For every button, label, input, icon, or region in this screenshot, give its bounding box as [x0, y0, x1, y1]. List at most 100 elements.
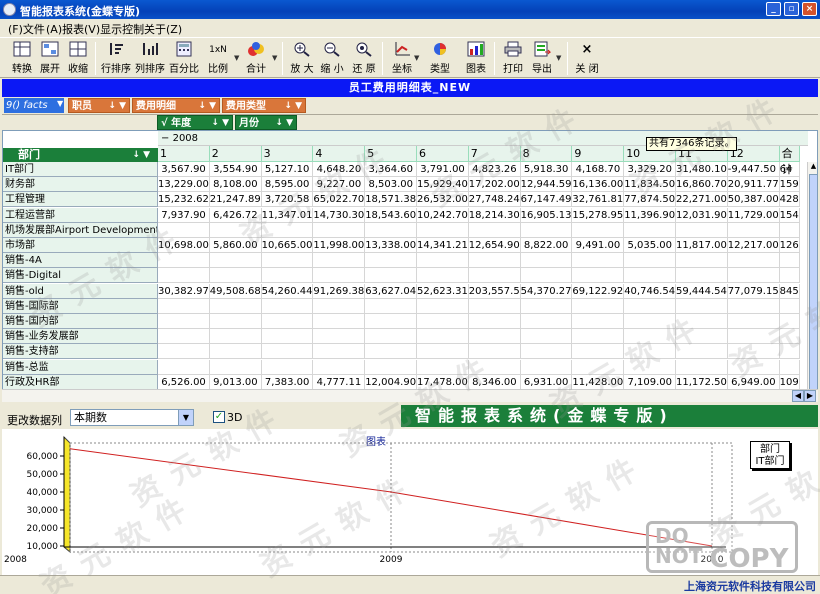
table-cell[interactable] [676, 314, 728, 329]
table-cell[interactable] [572, 359, 625, 375]
close-window-button[interactable]: × [802, 2, 817, 16]
field-month[interactable]: 月份 ↓ ▼ [235, 115, 297, 130]
table-cell[interactable]: 11,396.90 [624, 207, 676, 223]
table-cell[interactable] [261, 253, 314, 269]
table-cell[interactable]: 16,905.13 [520, 207, 573, 223]
month-header[interactable]: 5 [365, 146, 417, 162]
month-header[interactable]: 9 [572, 146, 625, 162]
table-cell[interactable]: 30,382.97 [158, 283, 210, 299]
table-cell[interactable]: 4,168.70 [572, 162, 625, 177]
row-header[interactable]: 销售-国际部 [3, 298, 158, 314]
table-cell[interactable] [209, 268, 262, 284]
table-cell[interactable]: 18,571.38 [365, 192, 417, 208]
table-cell[interactable] [261, 314, 314, 329]
threed-checkbox[interactable]: ✓ [213, 411, 225, 423]
table-cell[interactable] [365, 268, 417, 284]
total-dropdown-icon[interactable]: ▼ [272, 54, 277, 62]
table-cell[interactable]: 11,998.00 [313, 238, 366, 253]
table-cell[interactable]: 77,874.50 [624, 192, 676, 208]
collapse-tree-icon[interactable]: − [161, 133, 169, 144]
table-cell[interactable] [727, 253, 780, 269]
table-cell[interactable] [417, 314, 469, 329]
table-cell[interactable]: 64 [779, 162, 800, 177]
table-cell[interactable] [572, 344, 625, 360]
table-cell[interactable] [779, 359, 800, 375]
facts-dropdown-icon[interactable]: ▼ [57, 99, 63, 108]
table-cell[interactable]: 22,271.00 [676, 192, 728, 208]
table-cell[interactable]: 5,860.00 [209, 238, 262, 253]
table-cell[interactable] [676, 359, 728, 375]
table-cell[interactable] [261, 222, 314, 238]
table-cell[interactable]: 6,931.00 [520, 374, 573, 390]
table-cell[interactable]: 3,567.90 [158, 162, 210, 177]
table-cell[interactable] [468, 314, 521, 329]
table-cell[interactable] [158, 298, 210, 314]
table-cell[interactable]: 12,031.90 [676, 207, 728, 223]
table-cell[interactable] [520, 268, 573, 284]
row-header[interactable]: 销售-Digital [3, 268, 158, 284]
table-cell[interactable] [261, 268, 314, 284]
table-cell[interactable] [624, 329, 676, 345]
table-cell[interactable] [676, 268, 728, 284]
table-cell[interactable]: 69,122.92 [572, 283, 625, 299]
field-expense-type[interactable]: 费用类型 ↓ ▼ [222, 98, 306, 113]
row-header[interactable]: 销售-业务发展部 [3, 329, 158, 345]
table-cell[interactable] [779, 268, 800, 284]
table-cell[interactable] [365, 253, 417, 269]
table-cell[interactable]: 7,937.90 [158, 207, 210, 223]
table-cell[interactable]: 10,665.00 [261, 238, 314, 253]
table-cell[interactable] [261, 359, 314, 375]
table-cell[interactable] [417, 329, 469, 345]
table-cell[interactable]: 17,202.00 [468, 177, 521, 193]
table-cell[interactable]: 8,503.00 [365, 177, 417, 193]
table-cell[interactable] [624, 344, 676, 360]
field-expense-detail[interactable]: 费用明细 ↓ ▼ [132, 98, 220, 113]
table-cell[interactable] [468, 298, 521, 314]
table-cell[interactable]: 16,136.00 [572, 177, 625, 193]
table-cell[interactable]: 65,022.70 [313, 192, 366, 208]
table-cell[interactable]: 12,004.90 [365, 374, 417, 390]
table-cell[interactable] [261, 329, 314, 345]
table-cell[interactable] [779, 344, 800, 360]
ratio-button[interactable]: 1xN 比例 [204, 41, 232, 77]
table-cell[interactable]: 54,370.27 [520, 283, 573, 299]
type-button[interactable]: 类型 [426, 41, 454, 77]
table-cell[interactable] [209, 344, 262, 360]
menu-report[interactable]: (A)报表 [46, 21, 84, 37]
table-cell[interactable] [676, 298, 728, 314]
table-cell[interactable]: 63,627.04 [365, 283, 417, 299]
table-cell[interactable]: 11,834.50 [624, 177, 676, 193]
table-cell[interactable]: 12,654.90 [468, 238, 521, 253]
table-cell[interactable] [520, 253, 573, 269]
table-cell[interactable] [209, 359, 262, 375]
table-cell[interactable] [727, 268, 780, 284]
table-cell[interactable]: 9,227.00 [313, 177, 366, 193]
table-cell[interactable] [313, 329, 366, 345]
table-cell[interactable] [158, 268, 210, 284]
table-cell[interactable]: 15,929.40 [417, 177, 469, 193]
row-header[interactable]: 市场部 [3, 238, 158, 253]
table-cell[interactable]: 49,508.68 [209, 283, 262, 299]
scroll-up-icon[interactable]: ▲ [808, 162, 817, 173]
table-cell[interactable]: 11,817.00 [676, 238, 728, 253]
table-cell[interactable]: 126, [779, 238, 800, 253]
table-cell[interactable] [365, 329, 417, 345]
maximize-button[interactable]: ▫ [784, 2, 799, 16]
vertical-scrollbar[interactable]: ▲ [807, 162, 817, 401]
export-button[interactable]: 导出 [528, 41, 556, 77]
table-cell[interactable] [417, 298, 469, 314]
month-header[interactable]: 6 [417, 146, 469, 162]
table-cell[interactable]: 9,013.00 [209, 374, 262, 390]
table-cell[interactable] [417, 253, 469, 269]
row-header[interactable]: 工程运营部 [3, 207, 158, 223]
row-header[interactable]: 机场发展部Airport Development Dept [3, 222, 158, 238]
table-cell[interactable]: 3,791.00 [417, 162, 469, 177]
zoom-out-button[interactable]: 缩 小 [318, 41, 346, 77]
table-cell[interactable] [727, 222, 780, 238]
table-cell[interactable]: 3,329.20 [624, 162, 676, 177]
table-cell[interactable]: 16,860.70 [676, 177, 728, 193]
table-cell[interactable]: 8,822.00 [520, 238, 573, 253]
table-cell[interactable]: 159, [779, 177, 800, 193]
table-cell[interactable] [365, 298, 417, 314]
table-cell[interactable] [624, 253, 676, 269]
